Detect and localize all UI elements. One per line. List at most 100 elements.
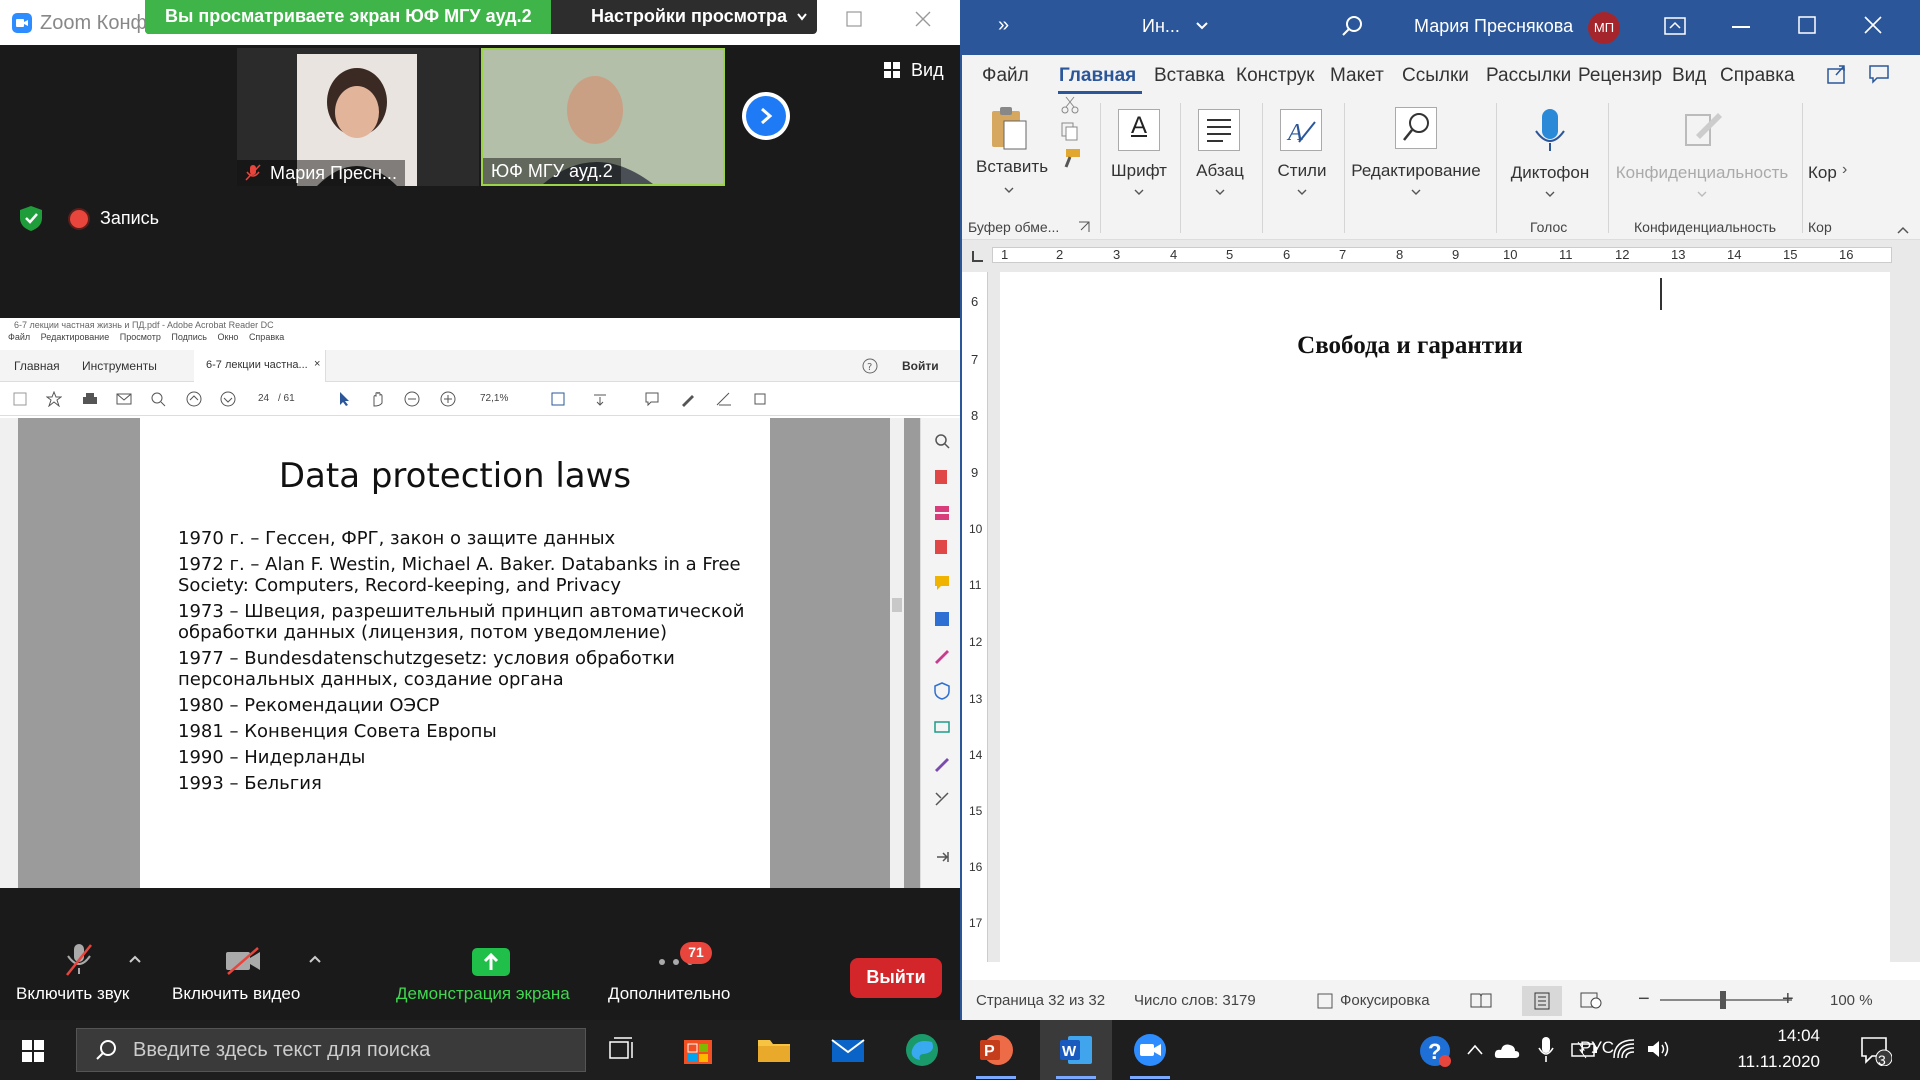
next-page-button[interactable] [742,92,790,140]
share-screen-button[interactable]: Демонстрация экрана [396,942,586,1020]
export-pdf-icon[interactable] [933,468,951,486]
volume-icon[interactable] [1646,1038,1672,1060]
share-icon[interactable] [1826,63,1848,85]
tab-design[interactable]: Конструк [1236,65,1315,87]
tab-review[interactable]: Рецензир [1578,65,1662,87]
read-mode-icon[interactable] [1470,991,1492,1009]
zoom-out-icon[interactable] [404,391,420,407]
word-count[interactable]: Число слов: 3179 [1134,992,1256,1009]
help-icon[interactable]: ? [1418,1034,1452,1068]
editing-button[interactable]: Редактирование [1346,107,1486,207]
share-tool-icon[interactable] [752,391,768,407]
zoom-out-button[interactable]: − [1638,988,1650,1011]
acrobat-scrollbar[interactable] [890,418,904,888]
page-up-icon[interactable] [186,391,202,407]
help-icon[interactable]: ? [862,358,878,374]
tab-insert[interactable]: Вставка [1154,65,1225,87]
focus-button[interactable]: Фокусировка [1340,992,1430,1009]
acrobat-tab-tools[interactable]: Инструменты [82,359,157,373]
chevron-down-icon[interactable] [1196,22,1208,30]
windows-start-icon[interactable] [22,1040,44,1062]
save-icon[interactable] [12,391,28,407]
collapse-pane-icon[interactable] [933,848,951,866]
ribbon-scroll-right-icon[interactable]: › [1842,161,1847,179]
hand-tool-icon[interactable] [370,391,386,407]
security-shield-icon[interactable] [18,205,44,231]
protect-icon[interactable] [933,682,951,700]
acrobat-menu-item[interactable]: Файл [8,332,30,342]
comment-icon[interactable] [644,391,660,407]
cut-icon[interactable] [1060,95,1080,115]
close-button[interactable] [914,10,932,28]
file-explorer-icon[interactable] [754,1030,794,1070]
view-settings-button[interactable]: Настройки просмотра [551,0,817,34]
vertical-ruler[interactable]: 6 7 8 9 10 11 12 13 14 15 16 17 [966,272,988,962]
onedrive-icon[interactable] [1494,1040,1520,1060]
font-button[interactable]: A Шрифт [1102,109,1176,209]
clock-date[interactable]: 11.11.2020 [1730,1052,1820,1072]
comment-tool-icon[interactable] [933,574,951,592]
search-icon[interactable] [1340,14,1364,38]
email-icon[interactable] [116,391,132,407]
scrollbar-thumb[interactable] [892,598,902,612]
acrobat-menu-item[interactable]: Подпись [171,332,207,342]
chevron-up-icon[interactable] [1466,1042,1484,1056]
maximize-icon[interactable] [1798,16,1816,34]
page-number-input[interactable]: 24 [258,393,269,404]
close-icon[interactable] [1864,16,1882,34]
acrobat-menu-item[interactable]: Просмотр [120,332,161,342]
highlight-pen-icon[interactable] [680,391,696,407]
tab-mailings[interactable]: Рассылки [1486,65,1571,87]
minimize-icon[interactable] [1732,26,1750,29]
zoom-app-icon[interactable] [1130,1030,1170,1070]
star-icon[interactable] [46,391,62,407]
print-icon[interactable] [82,391,98,407]
microsoft-store-icon[interactable] [678,1030,718,1070]
zoom-search-icon[interactable] [150,391,166,407]
close-tab-icon[interactable]: × [314,358,320,370]
zoom-slider[interactable] [1660,991,1792,1009]
comments-icon[interactable] [1868,63,1890,85]
acrobat-menu-item[interactable]: Справка [249,332,284,342]
zoom-level-select[interactable]: 72,1% [480,393,508,404]
notification-center-icon[interactable] [1860,1036,1892,1066]
scan-icon[interactable] [933,718,951,736]
edge-browser-icon[interactable] [902,1030,942,1070]
word-taskbar-button[interactable]: W [1040,1020,1112,1080]
maximize-button[interactable] [845,10,863,28]
dictate-button[interactable]: Диктофон [1500,107,1600,207]
acrobat-menu-item[interactable]: Окно [218,332,239,342]
zoom-in-button[interactable]: + [1782,988,1794,1011]
copy-icon[interactable] [1060,121,1080,141]
format-painter-icon[interactable] [1060,147,1082,169]
fill-sign-icon[interactable] [933,646,951,664]
dialog-launcher-icon[interactable] [1078,221,1090,233]
fit-page-icon[interactable] [550,391,566,407]
unmute-button[interactable]: Включить звук [14,942,144,1020]
organize-pages-icon[interactable] [933,504,951,522]
tab-help[interactable]: Справка [1720,65,1795,87]
paragraph-button[interactable]: Абзац [1182,109,1258,209]
web-layout-icon[interactable] [1580,991,1602,1009]
acrobat-tab-home[interactable]: Главная [14,359,60,373]
page-count[interactable]: Страница 32 из 32 [976,992,1105,1009]
tab-selector-icon[interactable] [970,248,986,264]
avatar[interactable]: МП [1588,12,1620,44]
select-cursor-icon[interactable] [336,391,352,407]
request-signature-icon[interactable] [933,754,951,772]
more-commands-icon[interactable]: » [998,14,1009,37]
microphone-icon[interactable] [1538,1036,1554,1064]
scroll-mode-icon[interactable] [592,391,608,407]
horizontal-ruler[interactable]: 1 2 3 4 5 6 7 8 9 10 11 12 13 14 15 16 [962,240,1920,272]
powerpoint-icon[interactable]: P [976,1030,1016,1070]
participant-tile-active[interactable]: ЮФ МГУ ауд.2 [481,48,725,186]
language-indicator[interactable]: РУС [1580,1038,1614,1058]
document-title[interactable]: Ин... [1142,16,1180,37]
ribbon-display-icon[interactable] [1664,16,1686,36]
zoom-percentage[interactable]: 100 % [1830,992,1873,1009]
user-name[interactable]: Мария Преснякова [1414,16,1573,37]
document-heading[interactable]: Свобода и гарантии [1000,332,1820,360]
page-down-icon[interactable] [220,391,236,407]
wifi-icon[interactable] [1612,1038,1636,1060]
cor-label[interactable]: Кор [1808,163,1837,183]
